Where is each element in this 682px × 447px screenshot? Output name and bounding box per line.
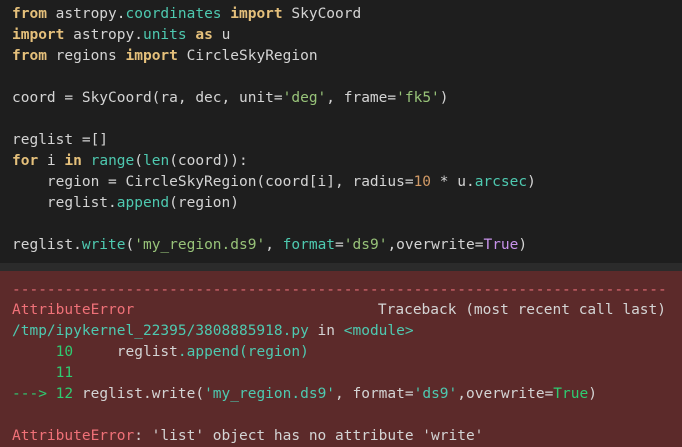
code-line-3: from regions import CircleSkyRegion <box>12 48 318 64</box>
code-line-7: region = CircleSkyRegion(coord[i], radiu… <box>12 174 536 190</box>
code-line-2: import astropy.units as u <box>12 27 231 43</box>
error-header: AttributeError Traceback (most recent cal… <box>12 300 674 321</box>
code-line-1: from astropy.coordinates import SkyCoord <box>12 6 362 22</box>
error-message: AttributeError: 'list' object has no att… <box>12 428 484 444</box>
error-output: ----------------------------------------… <box>0 271 682 447</box>
traceback-line-11: 11 <box>55 365 74 381</box>
code-line-9: reglist.write('my_region.ds9', format='d… <box>12 237 528 253</box>
traceback-divider: ----------------------------------------… <box>12 282 667 298</box>
code-line-5: reglist =[] <box>12 132 109 148</box>
traceback-line-12: ---> 12 reglist.write('my_region.ds9', f… <box>12 386 597 402</box>
cell-separator <box>0 263 682 271</box>
code-line-6: for i in range(len(coord)): <box>12 153 248 169</box>
traceback-label: Traceback (most recent call last) <box>377 302 666 318</box>
traceback-location: /tmp/ipykernel_22395/3808885918.py in <m… <box>12 323 414 339</box>
code-line-8: reglist.append(region) <box>12 195 239 211</box>
traceback-line-10: 10 reglist.append(region) <box>55 344 309 360</box>
code-cell[interactable]: from astropy.coordinates import SkyCoord… <box>0 0 682 263</box>
code-line-4: coord = SkyCoord(ra, dec, unit='deg', fr… <box>12 90 449 106</box>
